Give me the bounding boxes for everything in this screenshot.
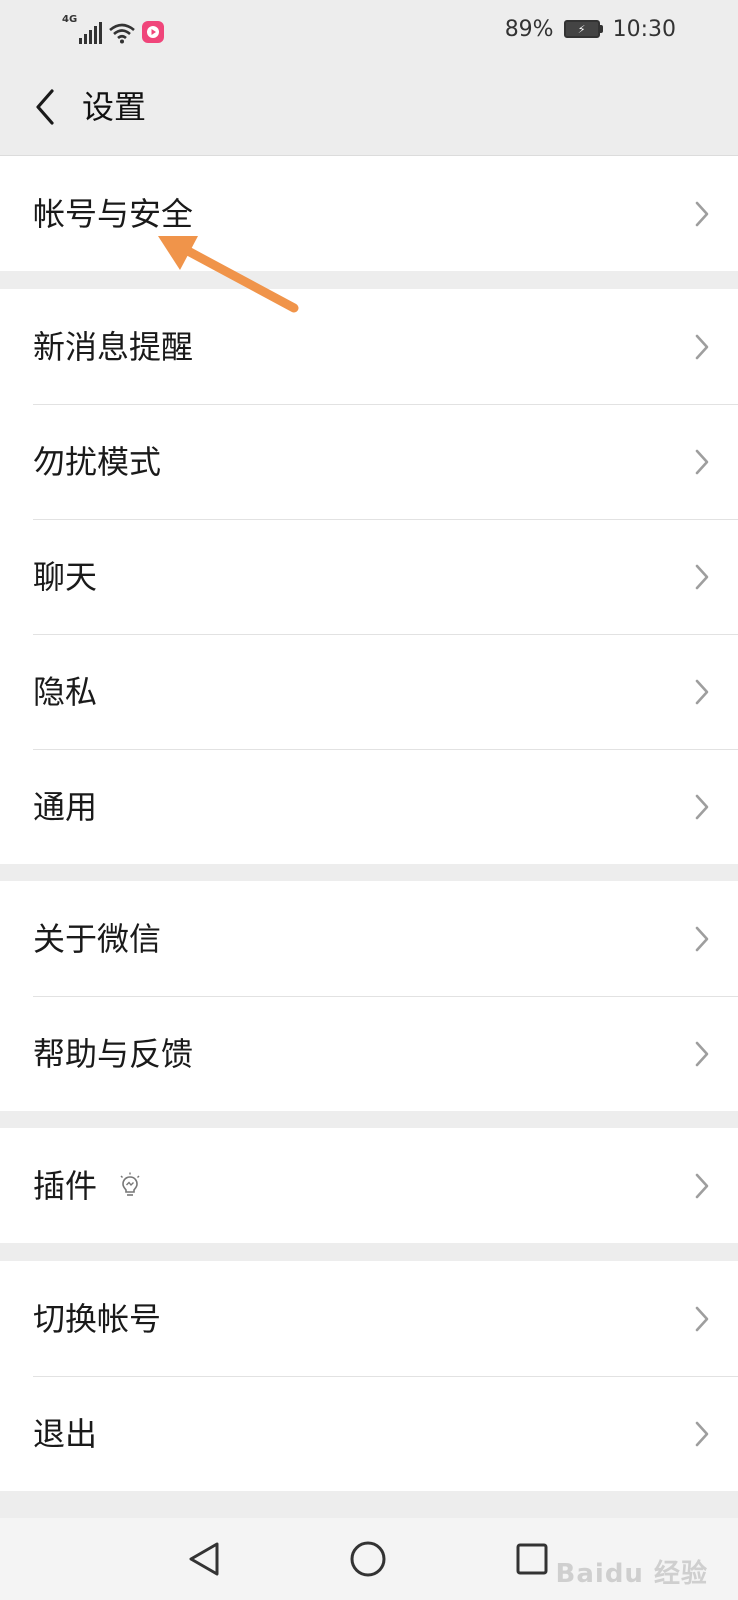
settings-group-plugins: 插件 <box>0 1128 738 1243</box>
settings-group-account: 帐号与安全 <box>0 156 738 271</box>
settings-item-label: 隐私 <box>33 672 98 711</box>
chevron-right-icon <box>695 1306 709 1331</box>
chevron-right-icon <box>695 1041 709 1066</box>
title-bar: 设置 <box>0 58 738 156</box>
settings-item-label: 通用 <box>33 787 98 826</box>
settings-item-label: 勿扰模式 <box>33 442 162 481</box>
chevron-right-icon <box>695 679 709 704</box>
settings-item-label: 聊天 <box>33 557 98 596</box>
settings-group-account-switch: 切换帐号 退出 <box>0 1261 738 1491</box>
settings-item-chat[interactable]: 聊天 <box>0 519 738 634</box>
settings-item-plugins[interactable]: 插件 <box>0 1128 738 1243</box>
battery-charging-icon: ⚡ <box>563 20 603 38</box>
nav-home-button[interactable] <box>346 1537 390 1581</box>
status-icons-left: 4G <box>62 14 165 44</box>
settings-item-about-wechat[interactable]: 关于微信 <box>0 881 738 996</box>
nav-back-button[interactable] <box>182 1537 226 1581</box>
settings-item-general[interactable]: 通用 <box>0 749 738 864</box>
settings-item-logout[interactable]: 退出 <box>0 1376 738 1491</box>
chevron-right-icon <box>695 449 709 474</box>
chevron-right-icon <box>695 794 709 819</box>
settings-item-privacy[interactable]: 隐私 <box>0 634 738 749</box>
settings-item-account-security[interactable]: 帐号与安全 <box>0 156 738 271</box>
settings-group-general: 新消息提醒 勿扰模式 聊天 隐私 通用 <box>0 289 738 864</box>
nav-recents-button[interactable] <box>510 1537 554 1581</box>
settings-item-label: 帐号与安全 <box>33 194 194 233</box>
battery-percent: 89% <box>504 16 554 42</box>
settings-item-label: 帮助与反馈 <box>33 1034 194 1073</box>
chevron-right-icon <box>695 201 709 226</box>
settings-item-label: 关于微信 <box>33 919 162 958</box>
video-app-icon <box>142 21 165 43</box>
baidu-watermark: Baidu 经验 <box>555 1559 708 1589</box>
network-type: 4G <box>62 14 78 25</box>
recents-square-icon <box>516 1543 548 1575</box>
settings-item-label: 新消息提醒 <box>33 327 194 366</box>
settings-item-label: 切换帐号 <box>33 1299 162 1338</box>
page-title: 设置 <box>82 88 147 126</box>
chevron-left-icon <box>36 89 54 125</box>
chevron-right-icon <box>695 1421 709 1446</box>
lightbulb-icon <box>120 1172 140 1196</box>
settings-item-help-feedback[interactable]: 帮助与反馈 <box>0 996 738 1111</box>
chevron-right-icon <box>695 1173 709 1198</box>
back-button[interactable] <box>22 84 68 130</box>
settings-item-label: 退出 <box>33 1414 98 1453</box>
back-triangle-icon <box>189 1542 219 1576</box>
chevron-right-icon <box>695 926 709 951</box>
status-bar: 4G 89% ⚡ 10:30 <box>0 0 738 58</box>
settings-item-switch-account[interactable]: 切换帐号 <box>0 1261 738 1376</box>
chevron-right-icon <box>695 334 709 359</box>
signal-icon <box>79 22 103 44</box>
status-icons-right: 89% ⚡ 10:30 <box>505 14 676 44</box>
clock-time: 10:30 <box>612 16 676 42</box>
chevron-right-icon <box>695 564 709 589</box>
settings-item-do-not-disturb[interactable]: 勿扰模式 <box>0 404 738 519</box>
settings-group-about: 关于微信 帮助与反馈 <box>0 881 738 1111</box>
settings-item-new-message-alerts[interactable]: 新消息提醒 <box>0 289 738 404</box>
wifi-icon <box>109 23 136 44</box>
system-navigation-bar: Baidu 经验 <box>0 1518 738 1600</box>
settings-item-label: 插件 <box>33 1166 98 1205</box>
home-circle-icon <box>350 1541 386 1577</box>
